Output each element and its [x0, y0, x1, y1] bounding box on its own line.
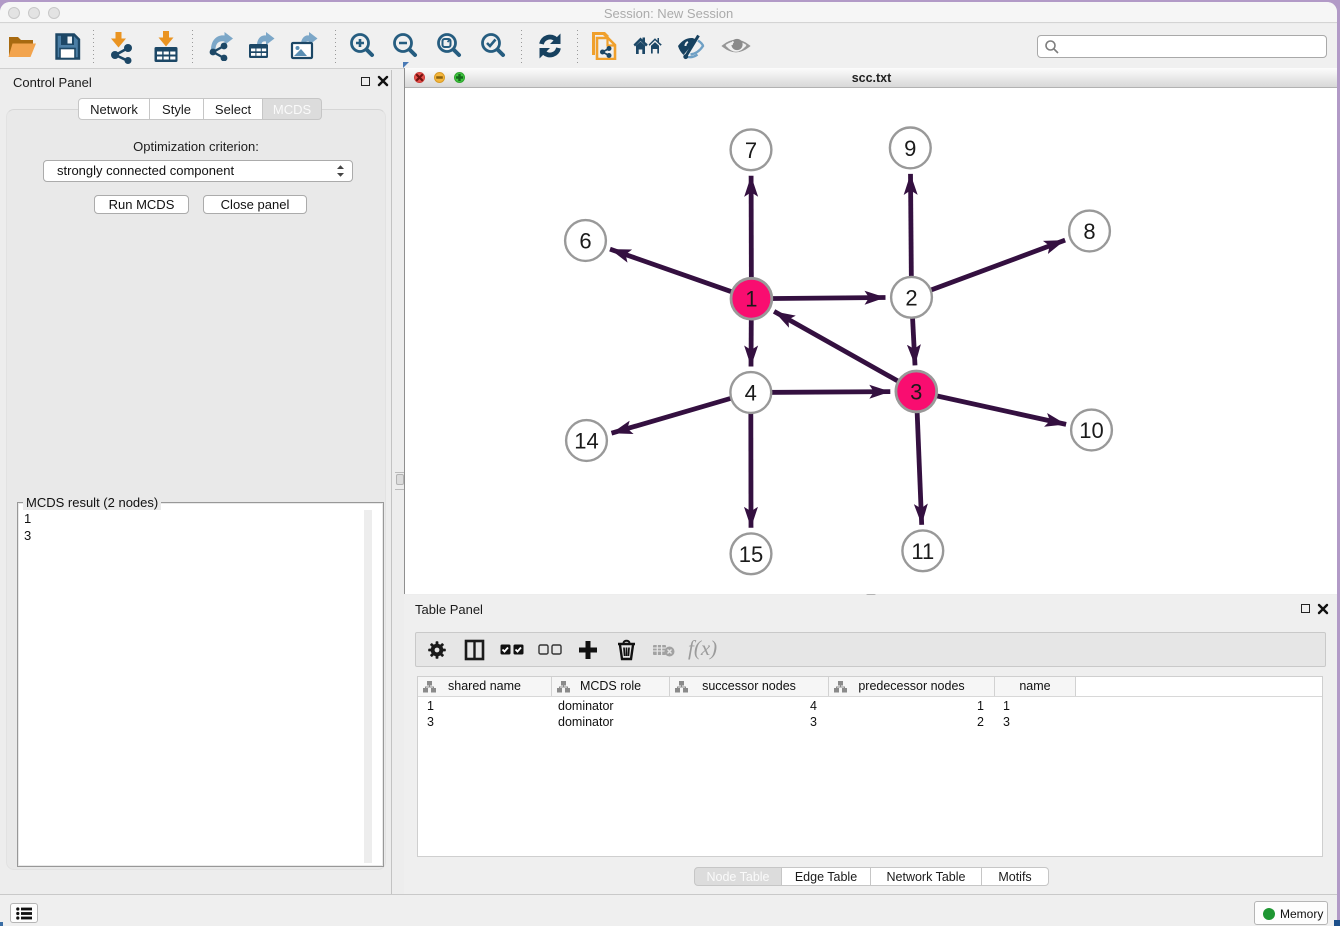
svg-text:3: 3 — [910, 379, 922, 404]
svg-text:15: 15 — [739, 542, 763, 567]
svg-text:1: 1 — [745, 287, 757, 312]
svg-text:8: 8 — [1083, 219, 1095, 244]
svg-text:10: 10 — [1079, 418, 1103, 443]
svg-text:9: 9 — [904, 136, 916, 161]
svg-text:11: 11 — [911, 539, 934, 564]
svg-text:7: 7 — [745, 138, 757, 163]
svg-text:6: 6 — [579, 229, 591, 254]
svg-text:14: 14 — [574, 429, 598, 454]
svg-text:2: 2 — [905, 285, 917, 310]
svg-text:4: 4 — [745, 381, 757, 406]
